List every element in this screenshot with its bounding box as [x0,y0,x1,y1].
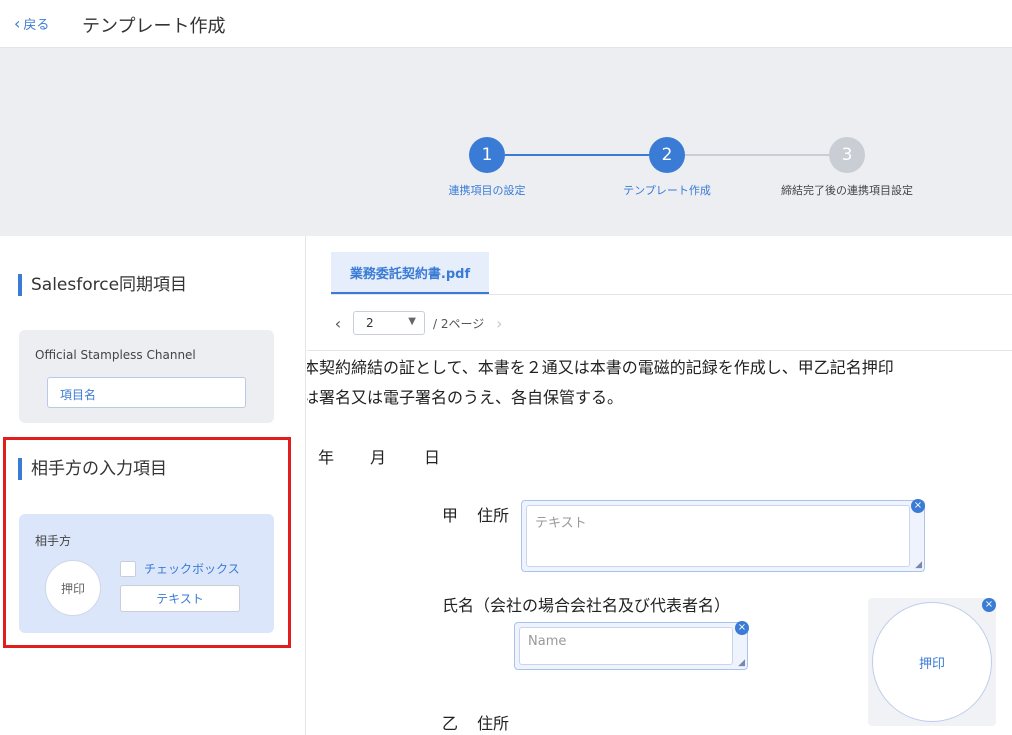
step-1-label: 連携項目の設定 [448,184,526,197]
text-item-button[interactable]: テキスト [120,585,240,612]
address-label-b: 住所 [477,714,510,733]
salesforce-section-title: Salesforce同期項目 [18,274,187,296]
chevron-left-icon: ‹ [14,13,21,33]
step-3-circle: 3 [829,137,865,173]
viewer-divider [307,350,1012,351]
resize-handle-icon[interactable]: ◢ [738,658,745,668]
prev-page-icon[interactable]: ‹ [331,314,345,333]
name-label: 氏名（会社の場合会社名及び代表者名） [442,596,731,615]
counterparty-section-title: 相手方の入力項目 [18,458,167,480]
date-year: 年 [318,448,335,467]
back-label: 戻る [23,18,50,33]
page-select[interactable]: 2 ▼ [353,311,425,335]
party-b-label: 乙 [442,714,459,733]
step-1-circle: 1 [469,137,505,173]
checkbox-icon [120,560,136,577]
doc-line-2: は署名又は電子署名のうえ、各自保管する。 [307,388,624,407]
page-select-value: 2 [366,316,374,330]
name-text-field[interactable]: Name ◢ [514,622,748,670]
document-viewer: 業務委託契約書.pdf ‹ 2 ▼ / 2ページ › 本契約締結の証として、本書… [307,236,1012,735]
doc-line-1: 本契約締結の証として、本書を２通又は本書の電磁的記録を作成し、甲乙記名押印 [307,358,894,377]
channel-name: Official Stampless Channel [35,348,196,362]
file-tab-bar: 業務委託契約書.pdf [331,252,1012,295]
party-a-label: 甲 [442,506,459,525]
resize-handle-icon[interactable]: ◢ [915,560,922,570]
close-icon[interactable]: × [982,598,996,612]
caret-down-icon: ▼ [408,316,416,327]
step-2-label: テンプレート作成 [623,184,711,197]
page-title: テンプレート作成 [82,16,226,37]
step-connector-1-2 [505,154,650,156]
channel-card: Official Stampless Channel 項目名 [19,330,274,423]
close-icon[interactable]: × [911,499,925,513]
counterparty-card: 相手方 押印 チェックボックス テキスト [19,514,274,633]
seal-circle[interactable]: 押印 [872,602,992,722]
step-3-label: 締結完了後の連携項目設定 [781,184,913,197]
address-text-input[interactable]: テキスト [526,505,910,567]
step-2-circle: 2 [649,137,685,173]
step-connector-2-3 [685,154,830,156]
date-day: 日 [424,448,441,467]
stepper: 1 2 3 連携項目の設定 テンプレート作成 締結完了後の連携項目設定 [0,48,1012,236]
counterparty-label: 相手方 [35,534,72,548]
address-label-a: 住所 [477,506,510,525]
checkbox-label: チェックボックス [144,562,240,576]
seal-item[interactable]: 押印 [45,560,101,616]
page-navigator: ‹ 2 ▼ / 2ページ › [331,310,506,336]
next-page-icon[interactable]: › [492,314,506,333]
name-text-input[interactable]: Name [519,627,733,665]
date-month: 月 [370,448,387,467]
seal-field[interactable]: 押印 [868,598,996,726]
close-icon[interactable]: × [735,621,749,635]
address-text-field[interactable]: テキスト ◢ [521,500,925,572]
page-total: / 2ページ [433,316,485,331]
checkbox-item[interactable]: チェックボックス [120,560,240,577]
top-bar: ‹ 戻る テンプレート作成 [0,0,1012,48]
sidebar: Salesforce同期項目 Official Stampless Channe… [0,236,306,735]
tab-document-pdf[interactable]: 業務委託契約書.pdf [331,252,489,294]
item-name-field[interactable]: 項目名 [47,377,246,408]
back-button[interactable]: ‹ 戻る [14,14,49,33]
